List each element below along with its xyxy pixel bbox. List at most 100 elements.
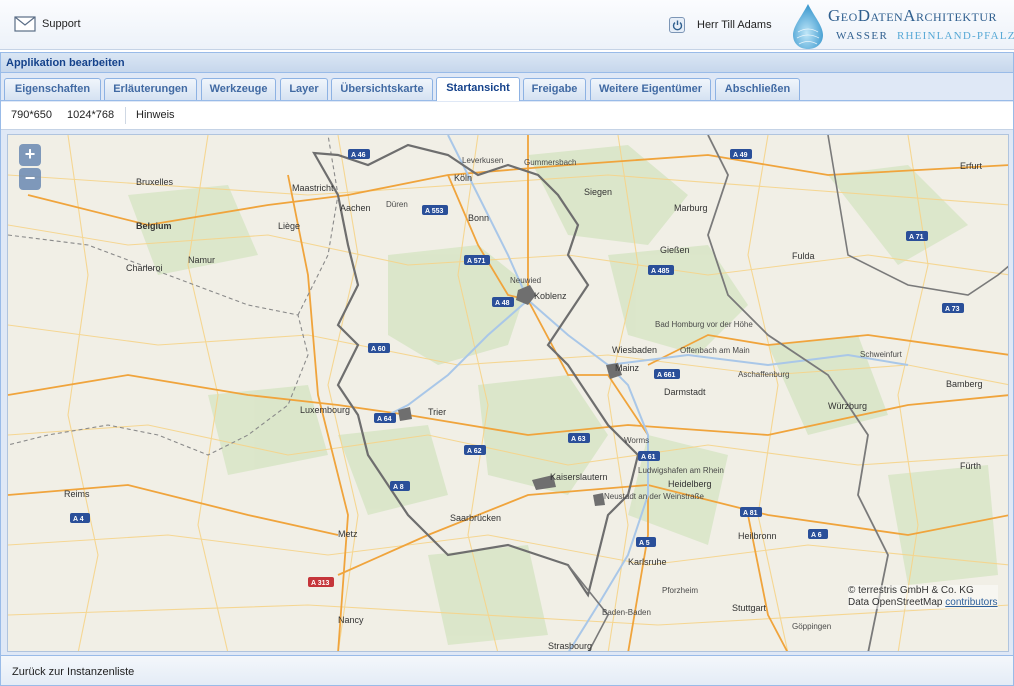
svg-text:Gießen: Gießen bbox=[660, 245, 690, 255]
attribution-copyright: © terrestris GmbH & Co. KG bbox=[848, 585, 974, 596]
svg-text:A 6: A 6 bbox=[811, 532, 822, 539]
size-1024x768-button[interactable]: 1024*768 bbox=[67, 109, 114, 121]
svg-text:Saarbrücken: Saarbrücken bbox=[450, 513, 501, 523]
tab-layer[interactable]: Layer bbox=[280, 78, 328, 100]
svg-text:Bamberg: Bamberg bbox=[946, 379, 983, 389]
svg-text:Erfurt: Erfurt bbox=[960, 161, 983, 171]
tab-weitere-eigentuemer[interactable]: Weitere Eigentümer bbox=[590, 78, 711, 100]
svg-text:Trier: Trier bbox=[428, 407, 446, 417]
svg-text:A 48: A 48 bbox=[495, 300, 510, 307]
svg-text:Karlsruhe: Karlsruhe bbox=[628, 557, 667, 567]
user-area: Herr Till Adams bbox=[669, 17, 772, 33]
svg-text:A 8: A 8 bbox=[393, 484, 404, 491]
svg-text:Fulda: Fulda bbox=[792, 251, 815, 261]
mail-icon bbox=[14, 16, 36, 32]
support-link[interactable]: Support bbox=[14, 16, 81, 32]
svg-text:A 553: A 553 bbox=[425, 208, 444, 215]
tab-werkzeuge[interactable]: Werkzeuge bbox=[201, 78, 276, 100]
svg-text:A 485: A 485 bbox=[651, 268, 670, 275]
svg-text:Köln: Köln bbox=[454, 173, 472, 183]
svg-text:A 313: A 313 bbox=[311, 580, 330, 587]
svg-text:Stuttgart: Stuttgart bbox=[732, 603, 767, 613]
toolbar-separator bbox=[125, 107, 126, 124]
svg-text:Charleroi: Charleroi bbox=[126, 263, 163, 273]
svg-text:A 661: A 661 bbox=[657, 372, 676, 379]
tab-startansicht[interactable]: Startansicht bbox=[436, 77, 520, 101]
user-name: Herr Till Adams bbox=[697, 19, 772, 31]
svg-text:Neuwied: Neuwied bbox=[510, 276, 541, 285]
attribution-data-text: Data OpenStreetMap bbox=[848, 597, 943, 608]
svg-text:A 64: A 64 bbox=[377, 416, 392, 423]
svg-text:A 5: A 5 bbox=[639, 540, 650, 547]
svg-text:Schweinfurt: Schweinfurt bbox=[860, 350, 903, 359]
svg-text:A 49: A 49 bbox=[733, 152, 748, 159]
power-icon bbox=[672, 20, 682, 30]
svg-text:Fürth: Fürth bbox=[960, 461, 981, 471]
svg-text:Bonn: Bonn bbox=[468, 213, 489, 223]
back-to-instance-list-button[interactable]: Zurück zur Instanzenliste bbox=[12, 666, 134, 678]
svg-text:Nancy: Nancy bbox=[338, 615, 364, 625]
attribution-data: Data OpenStreetMap contributors bbox=[848, 597, 998, 609]
size-790x650-button[interactable]: 790*650 bbox=[11, 109, 52, 121]
svg-text:A 46: A 46 bbox=[351, 152, 366, 159]
svg-text:Liège: Liège bbox=[278, 221, 300, 231]
svg-text:Bad Homburg vor der Höhe: Bad Homburg vor der Höhe bbox=[655, 320, 753, 329]
svg-text:Maastricht: Maastricht bbox=[292, 183, 334, 193]
tab-eigenschaften[interactable]: Eigenschaften bbox=[4, 78, 101, 100]
logo-title: GeoDatenArchitektur bbox=[828, 6, 997, 25]
svg-text:Baden-Baden: Baden-Baden bbox=[602, 608, 651, 617]
svg-text:Gummersbach: Gummersbach bbox=[524, 158, 576, 167]
svg-text:Belgium: Belgium bbox=[136, 221, 172, 231]
svg-text:Siegen: Siegen bbox=[584, 187, 612, 197]
svg-text:A 4: A 4 bbox=[73, 516, 84, 523]
svg-text:Marburg: Marburg bbox=[674, 203, 708, 213]
svg-text:A 81: A 81 bbox=[743, 510, 758, 517]
tab-freigabe[interactable]: Freigabe bbox=[523, 78, 586, 100]
svg-text:A 63: A 63 bbox=[571, 436, 586, 443]
hint-button[interactable]: Hinweis bbox=[136, 109, 175, 121]
svg-text:Worms: Worms bbox=[624, 436, 649, 445]
panel-title: Applikation bearbeiten bbox=[1, 53, 1013, 73]
svg-text:Heidelberg: Heidelberg bbox=[668, 479, 712, 489]
svg-text:Heilbronn: Heilbronn bbox=[738, 531, 777, 541]
svg-text:Leverkusen: Leverkusen bbox=[462, 156, 503, 165]
svg-text:Mainz: Mainz bbox=[615, 363, 640, 373]
map-canvas[interactable]: Köln Leverkusen Gummersbach Aachen Düren… bbox=[8, 135, 1009, 652]
edit-application-panel: Applikation bearbeiten Eigenschaften Erl… bbox=[0, 52, 1014, 686]
water-drop-icon bbox=[793, 4, 823, 49]
svg-text:Aschaffenburg: Aschaffenburg bbox=[738, 370, 789, 379]
svg-text:Neustadt an der Weinstraße: Neustadt an der Weinstraße bbox=[604, 492, 704, 501]
zoom-in-button[interactable]: + bbox=[19, 144, 41, 166]
view-toolbar: 790*650 1024*768 Hinweis bbox=[1, 102, 1013, 130]
svg-text:Aachen: Aachen bbox=[340, 203, 371, 213]
attribution-contributors-link[interactable]: contributors bbox=[945, 597, 997, 608]
svg-text:Göppingen: Göppingen bbox=[792, 622, 831, 631]
svg-text:Düren: Düren bbox=[386, 200, 408, 209]
footer-bar: Zurück zur Instanzenliste bbox=[1, 655, 1013, 685]
tab-uebersichtskarte[interactable]: Übersichtskarte bbox=[331, 78, 433, 100]
svg-text:Kaiserslautern: Kaiserslautern bbox=[550, 472, 608, 482]
svg-text:Luxembourg: Luxembourg bbox=[300, 405, 350, 415]
svg-text:Ludwigshafen am Rhein: Ludwigshafen am Rhein bbox=[638, 466, 724, 475]
map-viewport[interactable]: Köln Leverkusen Gummersbach Aachen Düren… bbox=[7, 134, 1009, 652]
logo-subtitle-left: WASSER bbox=[836, 30, 889, 42]
svg-text:A 60: A 60 bbox=[371, 346, 386, 353]
svg-text:Namur: Namur bbox=[188, 255, 215, 265]
svg-text:Darmstadt: Darmstadt bbox=[664, 387, 706, 397]
svg-text:A 73: A 73 bbox=[945, 306, 960, 313]
svg-text:Strasbourg: Strasbourg bbox=[548, 641, 592, 651]
zoom-out-button[interactable]: − bbox=[19, 168, 41, 190]
logout-button[interactable] bbox=[669, 17, 685, 33]
svg-text:Metz: Metz bbox=[338, 529, 358, 539]
svg-text:Reims: Reims bbox=[64, 489, 90, 499]
svg-text:Wiesbaden: Wiesbaden bbox=[612, 345, 657, 355]
tab-strip: Eigenschaften Erläuterungen Werkzeuge La… bbox=[1, 74, 1013, 101]
svg-text:A 571: A 571 bbox=[467, 258, 486, 265]
tab-abschliessen[interactable]: Abschließen bbox=[715, 78, 800, 100]
svg-text:Koblenz: Koblenz bbox=[534, 291, 567, 301]
svg-text:A 71: A 71 bbox=[909, 234, 924, 241]
top-bar: Support Herr Till Adams GeoDatenArchitek… bbox=[0, 0, 1014, 50]
tab-erlaeuterungen[interactable]: Erläuterungen bbox=[104, 78, 197, 100]
support-label: Support bbox=[42, 18, 81, 30]
svg-text:Offenbach am Main: Offenbach am Main bbox=[680, 346, 750, 355]
